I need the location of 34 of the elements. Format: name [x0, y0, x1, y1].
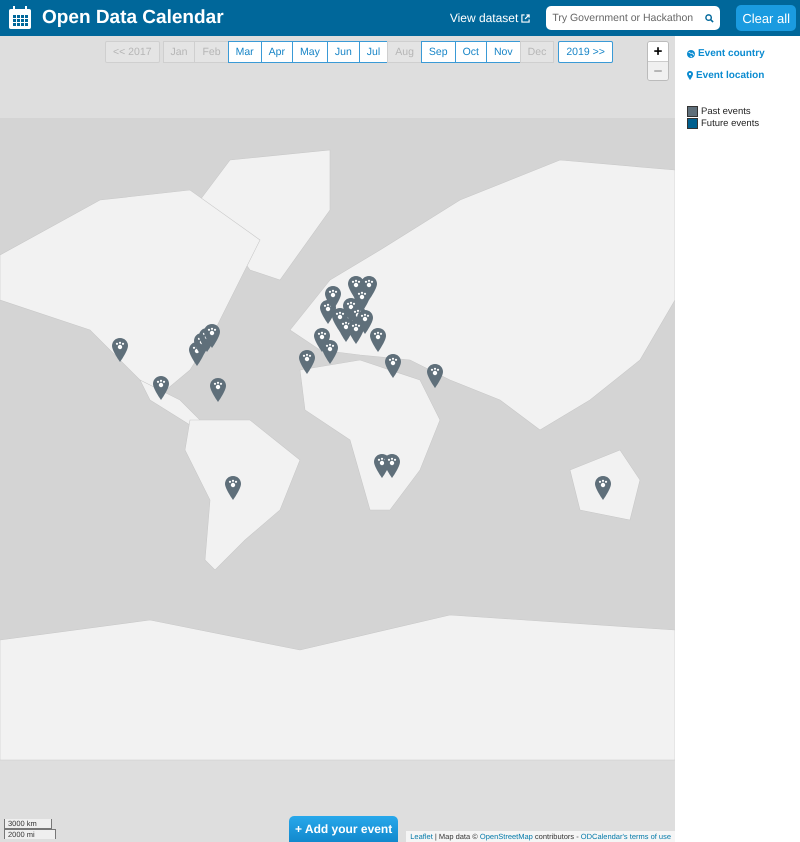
filter-link[interactable]: Event location — [687, 70, 800, 81]
map-marker-icon[interactable] — [225, 476, 241, 500]
zoom-in-button[interactable]: + — [648, 42, 668, 61]
map-marker-icon[interactable] — [595, 476, 611, 500]
view-dataset-link[interactable]: View dataset — [450, 11, 530, 25]
marker-cluster-drawing[interactable] — [189, 324, 220, 366]
add-event-button[interactable]: + Add your event — [289, 816, 398, 842]
map-marker-icon[interactable] — [210, 378, 226, 402]
month-button[interactable]: Nov — [486, 41, 521, 63]
clear-all-button[interactable]: Clear all — [736, 5, 796, 31]
search-icon — [705, 14, 714, 22]
legend-label: Past events — [701, 106, 751, 117]
map-marker-icon[interactable] — [385, 354, 401, 378]
marker-cluster-drawing[interactable] — [374, 454, 400, 478]
map-marker-icon[interactable] — [427, 364, 443, 388]
calendar-logo-icon — [8, 6, 32, 30]
month-button[interactable]: Jul — [358, 41, 388, 63]
month-button[interactable]: Apr — [260, 41, 294, 63]
month-button[interactable]: May — [292, 41, 328, 63]
next-year-button[interactable]: 2019 >> — [558, 41, 613, 63]
map-marker-icon[interactable] — [112, 338, 128, 362]
map-marker-icon[interactable] — [153, 376, 169, 400]
app-title: Open Data Calendar — [42, 7, 225, 29]
globe-icon — [687, 50, 695, 58]
month-button[interactable]: Sep — [420, 41, 456, 63]
location-pin-icon — [687, 71, 693, 80]
marker-cluster-drawing[interactable] — [299, 276, 386, 374]
month-button[interactable]: Oct — [454, 41, 487, 63]
filter-link[interactable]: Event country — [687, 48, 800, 59]
search-field[interactable]: Try Government or Hackathon — [546, 6, 720, 30]
month-button[interactable]: Mar — [228, 41, 262, 63]
month-button[interactable]: Jun — [326, 41, 360, 63]
external-link-icon — [521, 14, 530, 22]
legend-label: Future events — [701, 118, 760, 129]
